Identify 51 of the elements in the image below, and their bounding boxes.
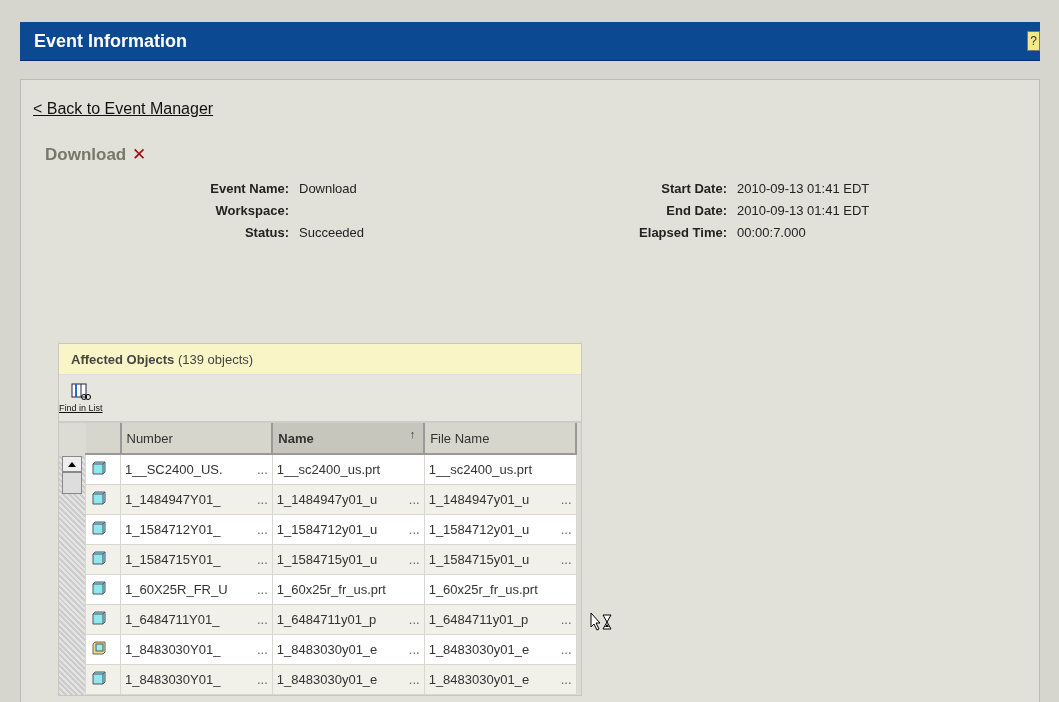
table-cell: 1_60X25R_FR_U ... <box>120 574 273 605</box>
field-value: Succeeded <box>299 224 365 240</box>
table-cell: 1_8483030Y01_ ... <box>120 634 273 665</box>
table-cell: 1_1484947y01_u ... <box>424 484 576 515</box>
table-cell: 1_8483030y01_e ... <box>272 664 425 695</box>
field-value: 2010-09-13 01:41 EDT <box>737 180 870 196</box>
field-label: Workspace: <box>214 202 290 218</box>
column-header[interactable]: File Name <box>424 423 576 454</box>
table-cell: 1_60x25r_fr_us.prt <box>424 574 576 605</box>
table-cell: 1_1584712y01_u ... <box>272 514 425 545</box>
table-cell: 1_8483030Y01_ ... <box>120 664 273 695</box>
table-cell: 1_60x25r_fr_us.prt <box>272 574 425 605</box>
table-cell: 1_8483030y01_e ... <box>272 634 425 665</box>
table-cell: 1_6484711Y01_ ... <box>120 604 273 635</box>
table-cell: 1_1584715y01_u ... <box>424 544 576 575</box>
table-cell: 1_1584712y01_u ... <box>424 514 576 545</box>
delete-icon[interactable]: ✕ <box>132 144 147 165</box>
column-header[interactable]: Name ↑ <box>272 423 425 454</box>
panel-title: Affected Objects (139 objects) <box>71 351 254 367</box>
table-cell: 1_1584712Y01_ ... <box>120 514 273 545</box>
busy-cursor-icon <box>590 612 614 632</box>
field-value: 2010-09-13 01:41 EDT <box>737 202 870 218</box>
table-cell: 1_1584715y01_u ... <box>272 544 425 575</box>
column-header[interactable]: Number <box>120 423 273 454</box>
find-in-list-button[interactable]: Find in List <box>59 383 103 413</box>
table-cell: 1__SC2400_US. ... <box>120 454 273 485</box>
field-label: Event Name: <box>209 180 290 196</box>
page-title: Event Information <box>34 30 187 52</box>
field-label: Start Date: <box>660 180 728 196</box>
table-cell: 1__sc2400_us.prt <box>272 454 425 485</box>
scrollbar[interactable] <box>59 456 85 695</box>
table-cell: 1_6484711y01_p ... <box>272 604 425 635</box>
field-value: Download <box>299 180 357 196</box>
help-button[interactable]: ? <box>1027 31 1040 51</box>
table-cell: 1_1484947y01_u ... <box>272 484 425 515</box>
table-cell: 1_8483030y01_e ... <box>424 664 576 695</box>
table-cell: 1_1484947Y01_ ... <box>120 484 273 515</box>
field-value: 00:00:7.000 <box>737 224 806 240</box>
table-cell: 1__sc2400_us.prt <box>424 454 576 485</box>
scroll-thumb[interactable] <box>62 472 82 494</box>
field-label: End Date: <box>665 202 728 218</box>
caret-up-icon <box>68 461 76 467</box>
event-title: Download <box>45 144 127 165</box>
field-label: Elapsed Time: <box>638 224 728 240</box>
table-cell: 1_8483030y01_e ... <box>424 634 576 665</box>
table-cell: 1_6484711y01_p ... <box>424 604 576 635</box>
table-cell: 1_1584715Y01_ ... <box>120 544 273 575</box>
column-binoculars-icon <box>70 383 91 401</box>
scroll-up-button[interactable] <box>62 456 82 472</box>
back-link[interactable]: < Back to Event Manager <box>33 100 214 118</box>
field-label: Status: <box>243 224 290 240</box>
